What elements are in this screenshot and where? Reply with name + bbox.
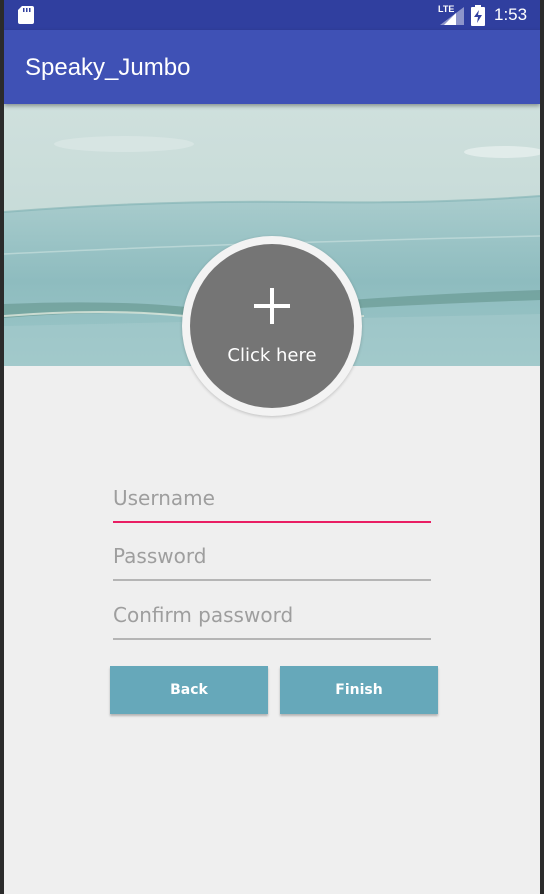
plus-icon: [254, 288, 290, 324]
app-title: Speaky_Jumbo: [25, 54, 191, 81]
username-underline: [113, 521, 431, 523]
back-button[interactable]: Back: [110, 666, 268, 714]
password-underline: [113, 579, 431, 581]
password-input[interactable]: [113, 537, 431, 575]
avatar-upload-label: Click here: [227, 345, 317, 366]
finish-button[interactable]: Finish: [280, 666, 438, 714]
signal-icon: [440, 7, 464, 25]
password-field: [113, 537, 431, 581]
sd-card-icon: [18, 6, 34, 24]
username-input[interactable]: [113, 479, 431, 517]
status-clock: 1:53: [494, 5, 528, 24]
battery-charging-icon: [471, 5, 485, 26]
status-bar: LTE 1:53: [4, 0, 540, 30]
confirm-password-field: [113, 596, 431, 640]
confirm-password-underline: [113, 638, 431, 640]
app-screen: LTE 1:53 Speaky_Jumbo Click here Usernam…: [4, 0, 540, 894]
confirm-password-input[interactable]: [113, 596, 431, 634]
avatar-frame: Click here: [182, 236, 362, 416]
username-field: [113, 479, 431, 523]
avatar-upload-button[interactable]: Click here: [190, 244, 354, 408]
app-bar: Speaky_Jumbo: [4, 30, 540, 104]
